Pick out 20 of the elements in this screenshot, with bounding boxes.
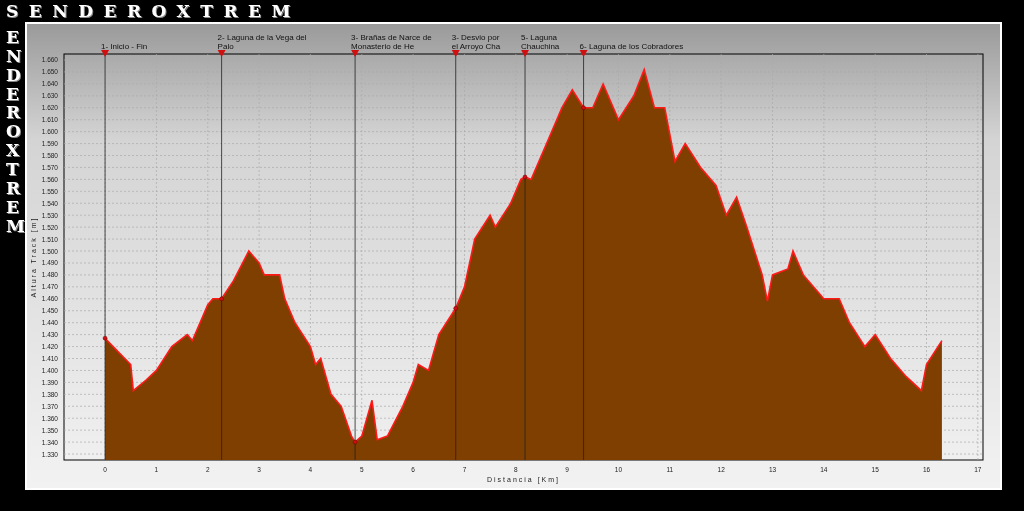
waypoint-label: 1- Inicio - Fin [101,42,148,51]
waypoint-label: 3- Desvio por el Arroyo Cha [451,33,501,51]
waypoint-dot-icon [522,174,528,180]
waypoint-marker-icon [579,50,588,57]
waypoint-marker-icon [101,50,110,57]
waypoint-marker-icon [521,50,530,57]
waypoint-marker-icon [217,50,226,57]
waypoint-label: 6- Laguna de los Cobradores [579,42,684,51]
waypoint-label: 3- Brañas de Narce de Monasterio de He [351,33,432,51]
site-banner-title: SENDEROXTREM [5,0,302,22]
waypoint-dot-icon [352,439,358,445]
waypoint-marker-icon [351,50,360,57]
waypoint-label: 2- Laguna de la Vega del Palo [217,33,307,51]
waypoint-dot-icon [219,296,224,302]
waypoint-dot-icon [581,105,586,110]
waypoint-label: 5- Laguna Chauchina [521,33,560,51]
waypoint-dot-icon [102,335,108,341]
site-side-title: ENDEROXTREM [6,26,23,236]
waypoint-marker-icon [451,50,460,57]
waypoint-dot-icon [453,306,458,311]
